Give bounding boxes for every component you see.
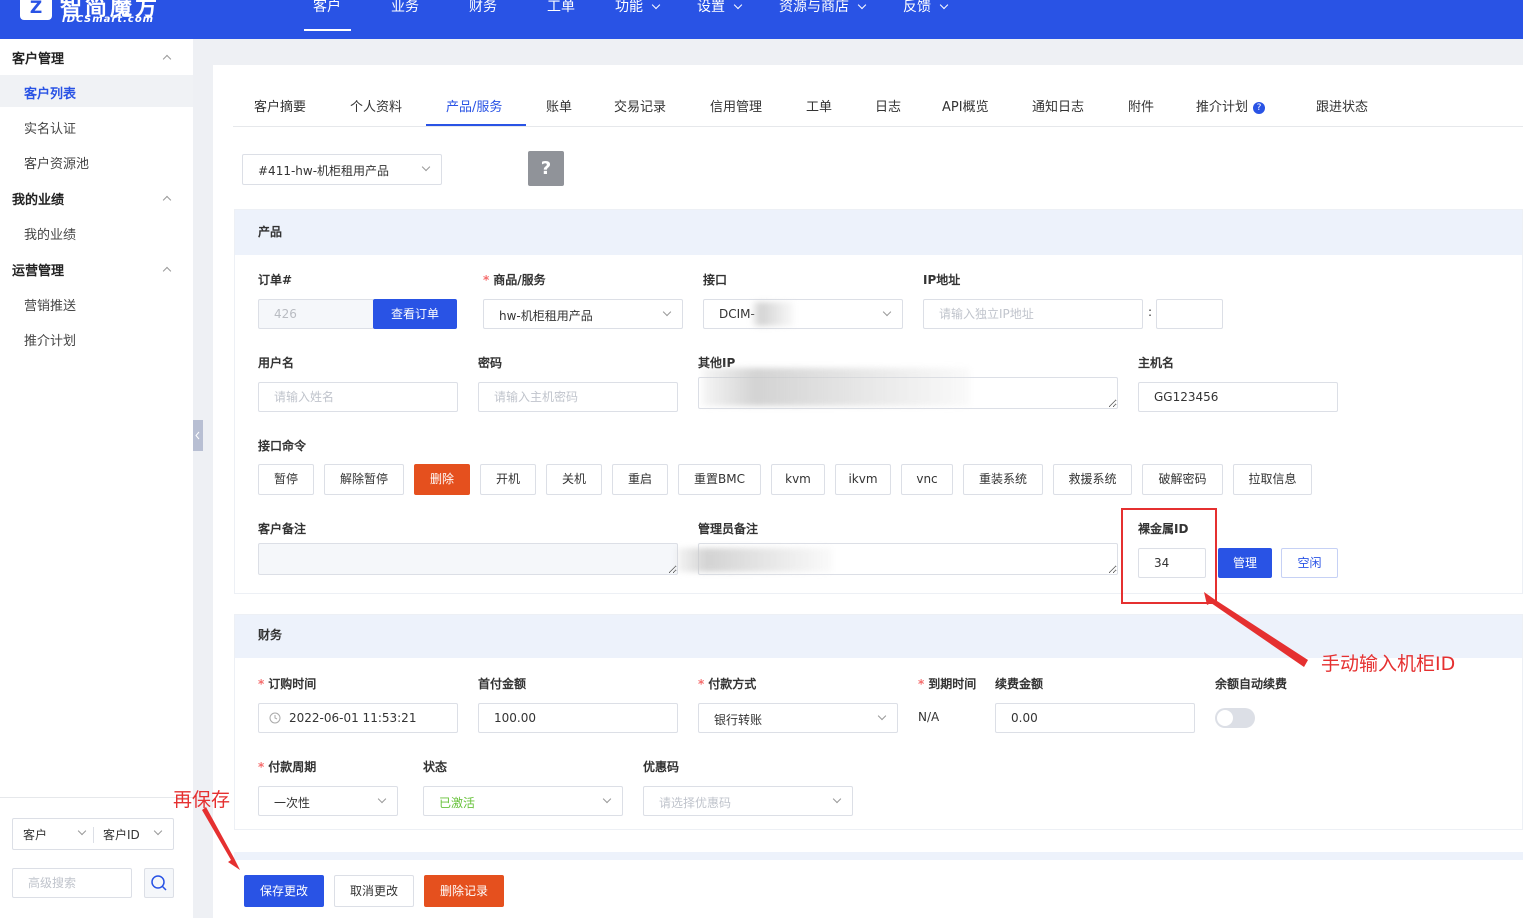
- arrow-to-id-icon: [1204, 592, 1308, 667]
- arrow-to-save-icon: [202, 807, 240, 870]
- annotation-id-note: 手动输入机柜ID: [1321, 653, 1456, 675]
- annotation-arrows: [202, 592, 1308, 870]
- annotation-save-note: 再保存: [173, 789, 231, 811]
